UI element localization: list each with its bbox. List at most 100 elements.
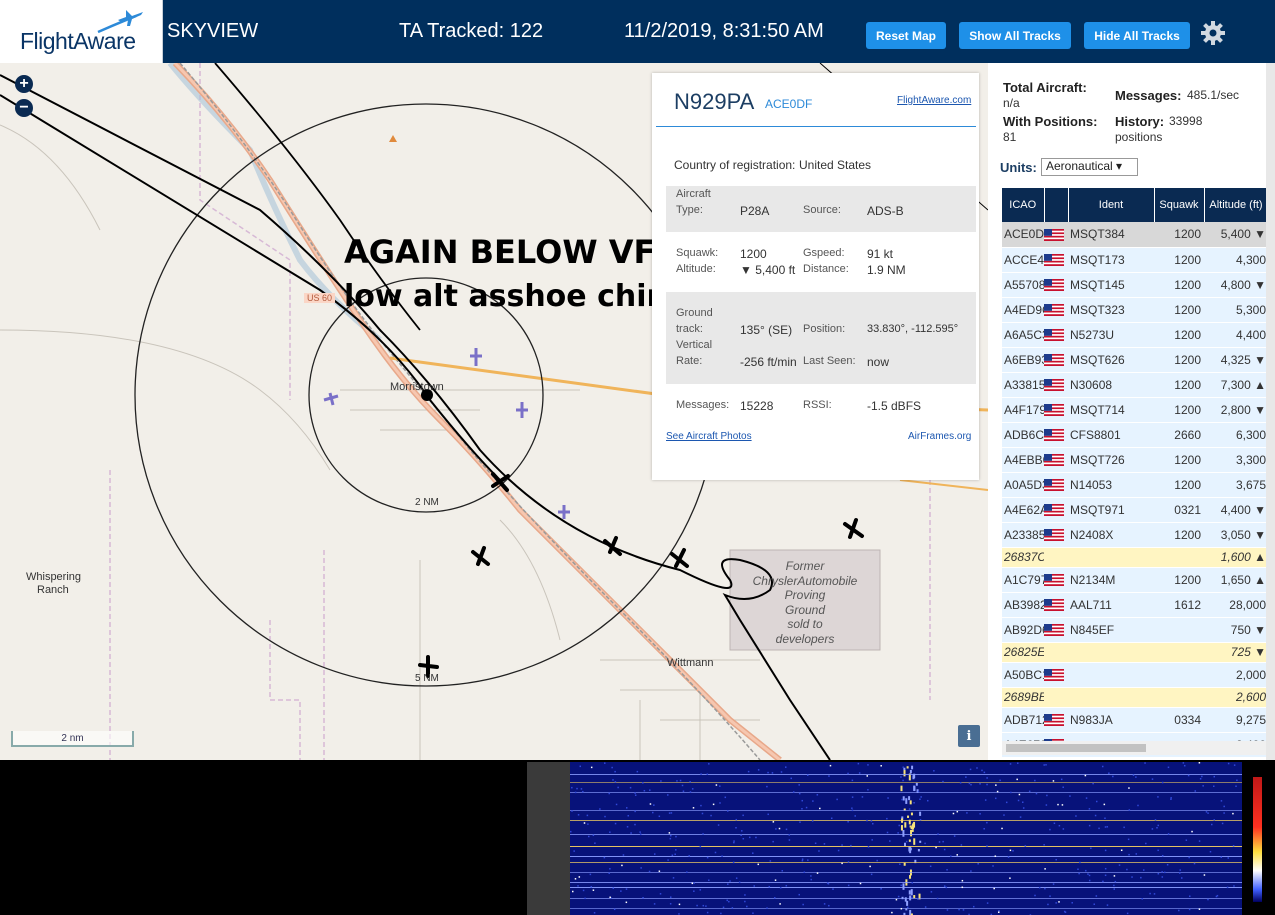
cell-ident [1068,687,1154,708]
cell-squawk: 1200 [1154,272,1204,298]
us-flag-icon [1044,304,1064,317]
cell-altitude: 725 ▼ [1204,642,1268,663]
units-select[interactable]: Aeronautical ▾ [1041,158,1138,176]
cell-altitude: 750 ▼ [1204,617,1268,643]
table-row[interactable]: A6EB93 MSQT626 1200 4,325 ▼ [1002,347,1268,373]
distance-value: 1.9 NM [867,263,906,277]
scrollbar-thumb[interactable] [1006,744,1146,752]
col-squawk[interactable]: Squawk [1154,188,1205,222]
cell-flag [1044,397,1068,423]
col-ident[interactable]: Ident [1068,188,1155,222]
units-label: Units: [1000,160,1037,175]
table-row[interactable]: A4E62A MSQT971 0321 4,400 ▼ [1002,497,1268,523]
cell-ident: MSQT971 [1068,497,1154,523]
table-row[interactable]: ADB6CB CFS880126606,300 [1002,422,1268,448]
cell-ident: MSQT323 [1068,297,1154,323]
table-row[interactable]: ADB712 N983JA03349,275 [1002,707,1268,733]
col-altitude[interactable]: Altitude (ft) [1204,188,1269,222]
airframes-link[interactable]: AirFrames.org [908,431,971,442]
annotation-line-1: AGAIN BELOW VFR [344,233,681,271]
messages-rate-value: 485.1/sec [1187,88,1240,102]
table-row[interactable]: A33815 N30608 1200 7,300 ▲ [1002,372,1268,398]
hide-all-tracks-button[interactable]: Hide All Tracks [1084,22,1190,49]
flightaware-logo[interactable]: FlightAware [0,0,163,63]
show-all-tracks-button[interactable]: Show All Tracks [959,22,1071,49]
table-row[interactable]: 2689BE 2,600 [1002,687,1268,708]
cell-icao: A4E62A [1002,497,1044,523]
cell-squawk: 1200 [1154,522,1204,548]
table-row[interactable]: 26837C 1,600 ▲ [1002,547,1268,568]
table-row[interactable]: A4EBB0 MSQT72612003,300 [1002,447,1268,473]
cell-icao: A23385 [1002,522,1044,548]
table-row[interactable]: A6A5C3 N5273U12004,400 [1002,322,1268,348]
cell-squawk: 1200 [1154,297,1204,323]
country-value: United States [799,158,872,172]
cell-altitude: 4,400 ▼ [1204,497,1268,523]
popup-hex[interactable]: ACE0DF [765,97,812,111]
messages-value: 15228 [740,399,774,413]
scale-bar: 2 nm [11,731,134,747]
cell-icao: ADB6CB [1002,422,1044,448]
cell-squawk [1154,642,1204,663]
table-row[interactable]: AB3982 AAL711 1612 28,000 [1002,592,1268,618]
table-row[interactable]: A55708 MSQT145 1200 4,800 ▼ [1002,272,1268,298]
area-label-4: Ground [784,602,826,617]
table-row[interactable]: A4F179 MSQT714 1200 2,800 ▼ [1002,397,1268,423]
flightaware-link[interactable]: FlightAware.com [897,95,971,106]
table-row[interactable]: A0A5D3 N1405312003,675 [1002,472,1268,498]
table-row[interactable]: AB92D6 N845EF 750 ▼ [1002,617,1268,643]
table-row[interactable]: A4ED9C MSQT32312005,300 [1002,297,1268,323]
country-label: Country of registration: [674,158,796,172]
col-flag[interactable] [1044,188,1069,222]
cell-ident: MSQT726 [1068,447,1154,473]
cell-ident: MSQT626 [1068,347,1154,373]
zoom-out-button[interactable]: − [15,99,33,117]
cell-ident: N2408X [1068,522,1154,548]
cell-ident: MSQT714 [1068,397,1154,423]
zoom-in-button[interactable]: + [15,75,33,93]
cell-icao: 26825E [1002,642,1044,663]
us-flag-icon [1044,279,1064,292]
ring-2nm-label: 2 NM [415,497,439,508]
cell-flag [1044,642,1068,663]
us-flag-icon [1044,254,1064,267]
us-flag-icon [1044,669,1064,682]
col-icao[interactable]: ICAO [1002,188,1045,222]
waterfall-canvas [570,762,1275,915]
table-row[interactable]: 26825E 725 ▼ [1002,642,1268,663]
black-area [0,762,527,915]
table-row[interactable]: A23385 N2408X 1200 3,050 ▼ [1002,522,1268,548]
cell-ident: N983JA [1068,707,1154,733]
cell-icao: A6A5C3 [1002,322,1044,348]
table-row[interactable]: A1C797 N2134M 1200 1,650 ▲ [1002,567,1268,593]
us-flag-icon [1044,429,1064,442]
us-flag-icon [1044,404,1064,417]
cell-icao: A55708 [1002,272,1044,298]
cell-ident [1068,547,1154,568]
aircraft-photos-link[interactable]: See Aircraft Photos [666,431,752,442]
table-row[interactable]: A50BC1 2,000 [1002,662,1268,688]
cell-squawk: 1200 [1154,372,1204,398]
cell-altitude: 1,650 ▲ [1204,567,1268,593]
rate-label: Rate: [676,355,703,367]
us-flag-icon [1044,479,1064,492]
cell-altitude: 4,325 ▼ [1204,347,1268,373]
rssi-value: -1.5 dBFS [867,399,922,413]
cell-squawk: 1200 [1154,397,1204,423]
table-row[interactable]: ACCE4C MSQT17312004,300 [1002,247,1268,273]
cell-flag [1044,447,1068,473]
gear-icon[interactable] [1200,20,1226,46]
table-row[interactable]: ACE0DF MSQT38412005,400 ▼ [1002,222,1268,248]
cell-flag [1044,272,1068,298]
vertical-scrollbar[interactable] [1266,63,1275,760]
map-info-button[interactable]: i [958,725,980,747]
ground-label: Ground [676,307,713,319]
distance-label: Distance: [803,263,849,275]
position-value: 33.830°, -112.595° [867,323,959,335]
type-label: Type: [676,204,703,216]
popup-registration: N929PA [674,89,755,114]
cell-altitude: 4,300 [1204,247,1268,273]
cell-squawk [1154,687,1204,708]
horizontal-scrollbar[interactable] [1002,741,1268,755]
reset-map-button[interactable]: Reset Map [866,22,946,49]
